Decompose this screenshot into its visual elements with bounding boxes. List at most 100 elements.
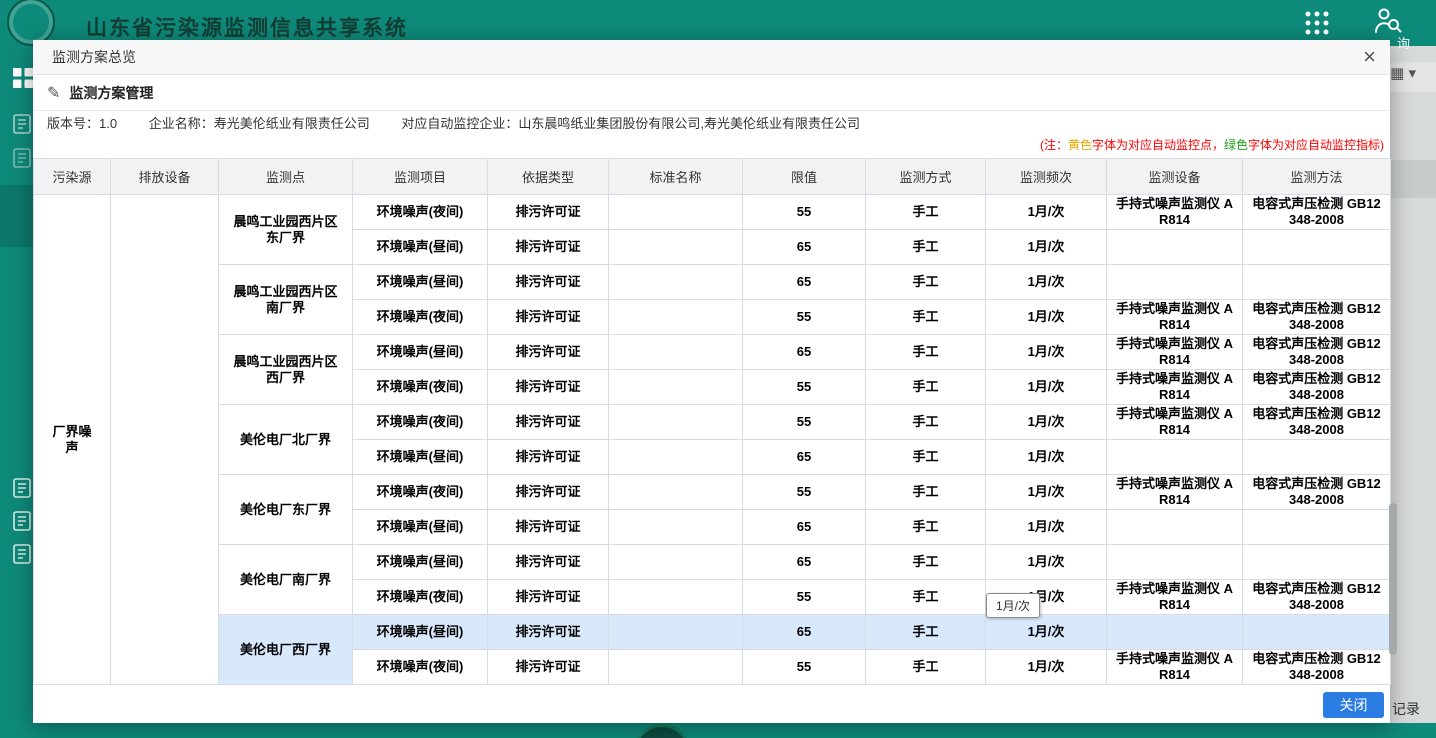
- color-legend-note: (注：黄色字体为对应自动监控点，绿色字体为对应自动监控指标): [33, 137, 1390, 158]
- standard-name-cell: [609, 335, 743, 370]
- standard-name-cell: [609, 475, 743, 510]
- equipment-cell: [1107, 510, 1243, 545]
- basis-type-cell: 排污许可证: [488, 475, 609, 510]
- monitor-item-cell: 环境噪声(夜间): [353, 405, 488, 440]
- table-row[interactable]: 晨鸣工业园西片区西厂界环境噪声(昼间)排污许可证65手工1月/次手持式噪声监测仪…: [34, 335, 1391, 370]
- monitor-mode-cell: 手工: [866, 370, 986, 405]
- frequency-cell: 1月/次: [986, 440, 1107, 475]
- monitor-mode-cell: 手工: [866, 475, 986, 510]
- document-icon[interactable]: [13, 148, 31, 173]
- limit-value-cell: 65: [743, 335, 866, 370]
- close-icon[interactable]: ×: [1363, 40, 1376, 73]
- basis-type-cell: 排污许可证: [488, 510, 609, 545]
- equipment-cell: [1107, 265, 1243, 300]
- frequency-cell: 1月/次: [986, 265, 1107, 300]
- column-header: 依据类型: [488, 159, 609, 195]
- standard-name-cell: [609, 195, 743, 230]
- table-header-row: 污染源排放设备监测点监测项目依据类型标准名称限值监测方式监测频次监测设备监测方法: [34, 159, 1391, 195]
- table-row[interactable]: 美伦电厂南厂界环境噪声(昼间)排污许可证65手工1月/次: [34, 545, 1391, 580]
- document-icon[interactable]: [13, 544, 31, 569]
- standard-name-cell: [609, 545, 743, 580]
- table-row[interactable]: 美伦电厂北厂界环境噪声(夜间)排污许可证55手工1月/次手持式噪声监测仪 AR8…: [34, 405, 1391, 440]
- limit-value-cell: 55: [743, 300, 866, 335]
- monitoring-plan-table: 污染源排放设备监测点监测项目依据类型标准名称限值监测方式监测频次监测设备监测方法…: [33, 158, 1391, 685]
- monitor-mode-cell: 手工: [866, 440, 986, 475]
- section-title: 监测方案管理: [69, 83, 153, 103]
- query-menu-label[interactable]: 询: [1397, 33, 1410, 52]
- monitor-mode-cell: 手工: [866, 510, 986, 545]
- standard-name-cell: [609, 265, 743, 300]
- monitor-mode-cell: 手工: [866, 650, 986, 685]
- vertical-scrollbar-thumb[interactable]: [1389, 503, 1397, 655]
- monitor-item-cell: 环境噪声(夜间): [353, 370, 488, 405]
- limit-value-cell: 55: [743, 370, 866, 405]
- monitor-mode-cell: 手工: [866, 230, 986, 265]
- monitor-item-cell: 环境噪声(昼间): [353, 440, 488, 475]
- basis-type-cell: 排污许可证: [488, 370, 609, 405]
- equipment-cell: [1107, 230, 1243, 265]
- column-header: 监测项目: [353, 159, 488, 195]
- frequency-cell: 1月/次: [986, 615, 1107, 650]
- limit-value-cell: 65: [743, 230, 866, 265]
- close-button[interactable]: 关闭: [1323, 692, 1384, 718]
- modal-title: 监测方案总览: [52, 49, 136, 65]
- record-label: 记录: [1392, 699, 1420, 719]
- equipment-cell: 手持式噪声监测仪 AR814: [1107, 195, 1243, 230]
- method-cell: [1243, 545, 1391, 580]
- limit-value-cell: 65: [743, 440, 866, 475]
- method-cell: [1243, 440, 1391, 475]
- column-header: 监测频次: [986, 159, 1107, 195]
- monitor-item-cell: 环境噪声(夜间): [353, 300, 488, 335]
- frequency-cell: 1月/次: [986, 335, 1107, 370]
- column-header: 污染源: [34, 159, 111, 195]
- limit-value-cell: 55: [743, 405, 866, 440]
- table-row[interactable]: 厂界噪声晨鸣工业园西片区东厂界环境噪声(夜间)排污许可证55手工1月/次手持式噪…: [34, 195, 1391, 230]
- method-cell: [1243, 510, 1391, 545]
- table-row[interactable]: 美伦电厂东厂界环境噪声(夜间)排污许可证55手工1月/次手持式噪声监测仪 AR8…: [34, 475, 1391, 510]
- frequency-cell: 1月/次: [986, 300, 1107, 335]
- limit-value-cell: 65: [743, 615, 866, 650]
- standard-name-cell: [609, 580, 743, 615]
- basis-type-cell: 排污许可证: [488, 545, 609, 580]
- method-cell: 电容式声压检测 GB12348-2008: [1243, 650, 1391, 685]
- monitor-mode-cell: 手工: [866, 265, 986, 300]
- column-header: 监测方式: [866, 159, 986, 195]
- column-header: 限值: [743, 159, 866, 195]
- basis-type-cell: 排污许可证: [488, 615, 609, 650]
- column-header: 标准名称: [609, 159, 743, 195]
- monitor-item-cell: 环境噪声(夜间): [353, 650, 488, 685]
- monitor-mode-cell: 手工: [866, 335, 986, 370]
- dashboard-grid-icon[interactable]: [13, 68, 33, 93]
- method-cell: 电容式声压检测 GB12348-2008: [1243, 370, 1391, 405]
- plan-table-body: 厂界噪声晨鸣工业园西片区东厂界环境噪声(夜间)排污许可证55手工1月/次手持式噪…: [34, 195, 1391, 685]
- equipment-cell: 手持式噪声监测仪 AR814: [1107, 475, 1243, 510]
- version-info: 版本号：1.0: [47, 116, 117, 131]
- table-row[interactable]: 晨鸣工业园西片区南厂界环境噪声(昼间)排污许可证65手工1月/次: [34, 265, 1391, 300]
- document-icon[interactable]: [13, 114, 31, 139]
- modal-titlebar: 监测方案总览 ×: [33, 40, 1390, 75]
- limit-value-cell: 55: [743, 650, 866, 685]
- column-header: 排放设备: [111, 159, 219, 195]
- monitor-mode-cell: 手工: [866, 615, 986, 650]
- pollution-source-cell: 厂界噪声: [34, 195, 111, 685]
- equipment-cell: [1107, 545, 1243, 580]
- document-icon[interactable]: [13, 511, 31, 536]
- method-cell: 电容式声压检测 GB12348-2008: [1243, 195, 1391, 230]
- plan-info-row: 版本号：1.0 企业名称：寿光美伦纸业有限责任公司 对应自动监控企业：山东晨鸣纸…: [33, 111, 1390, 137]
- document-icon[interactable]: [13, 478, 31, 503]
- emission-device-cell: [111, 195, 219, 685]
- company-info: 企业名称：寿光美伦纸业有限责任公司: [149, 116, 370, 131]
- apps-grid-icon[interactable]: [1304, 10, 1330, 41]
- method-cell: 电容式声压检测 GB12348-2008: [1243, 580, 1391, 615]
- limit-value-cell: 65: [743, 265, 866, 300]
- pen-icon: ✎: [47, 83, 60, 103]
- method-cell: [1243, 265, 1391, 300]
- equipment-cell: 手持式噪声监测仪 AR814: [1107, 370, 1243, 405]
- table-row[interactable]: 美伦电厂西厂界环境噪声(昼间)排污许可证65手工1月/次: [34, 615, 1391, 650]
- basis-type-cell: 排污许可证: [488, 440, 609, 475]
- app-title: 山东省污染源监测信息共享系统: [86, 12, 408, 42]
- layout-grid-button[interactable]: ▦ ▾: [1390, 64, 1416, 82]
- monitoring-plan-modal: 监测方案总览 × ✎ 监测方案管理 版本号：1.0 企业名称：寿光美伦纸业有限责…: [33, 40, 1390, 723]
- auto-monitor-company-info: 对应自动监控企业：山东晨鸣纸业集团股份有限公司,寿光美伦纸业有限责任公司: [401, 116, 860, 131]
- monitor-mode-cell: 手工: [866, 300, 986, 335]
